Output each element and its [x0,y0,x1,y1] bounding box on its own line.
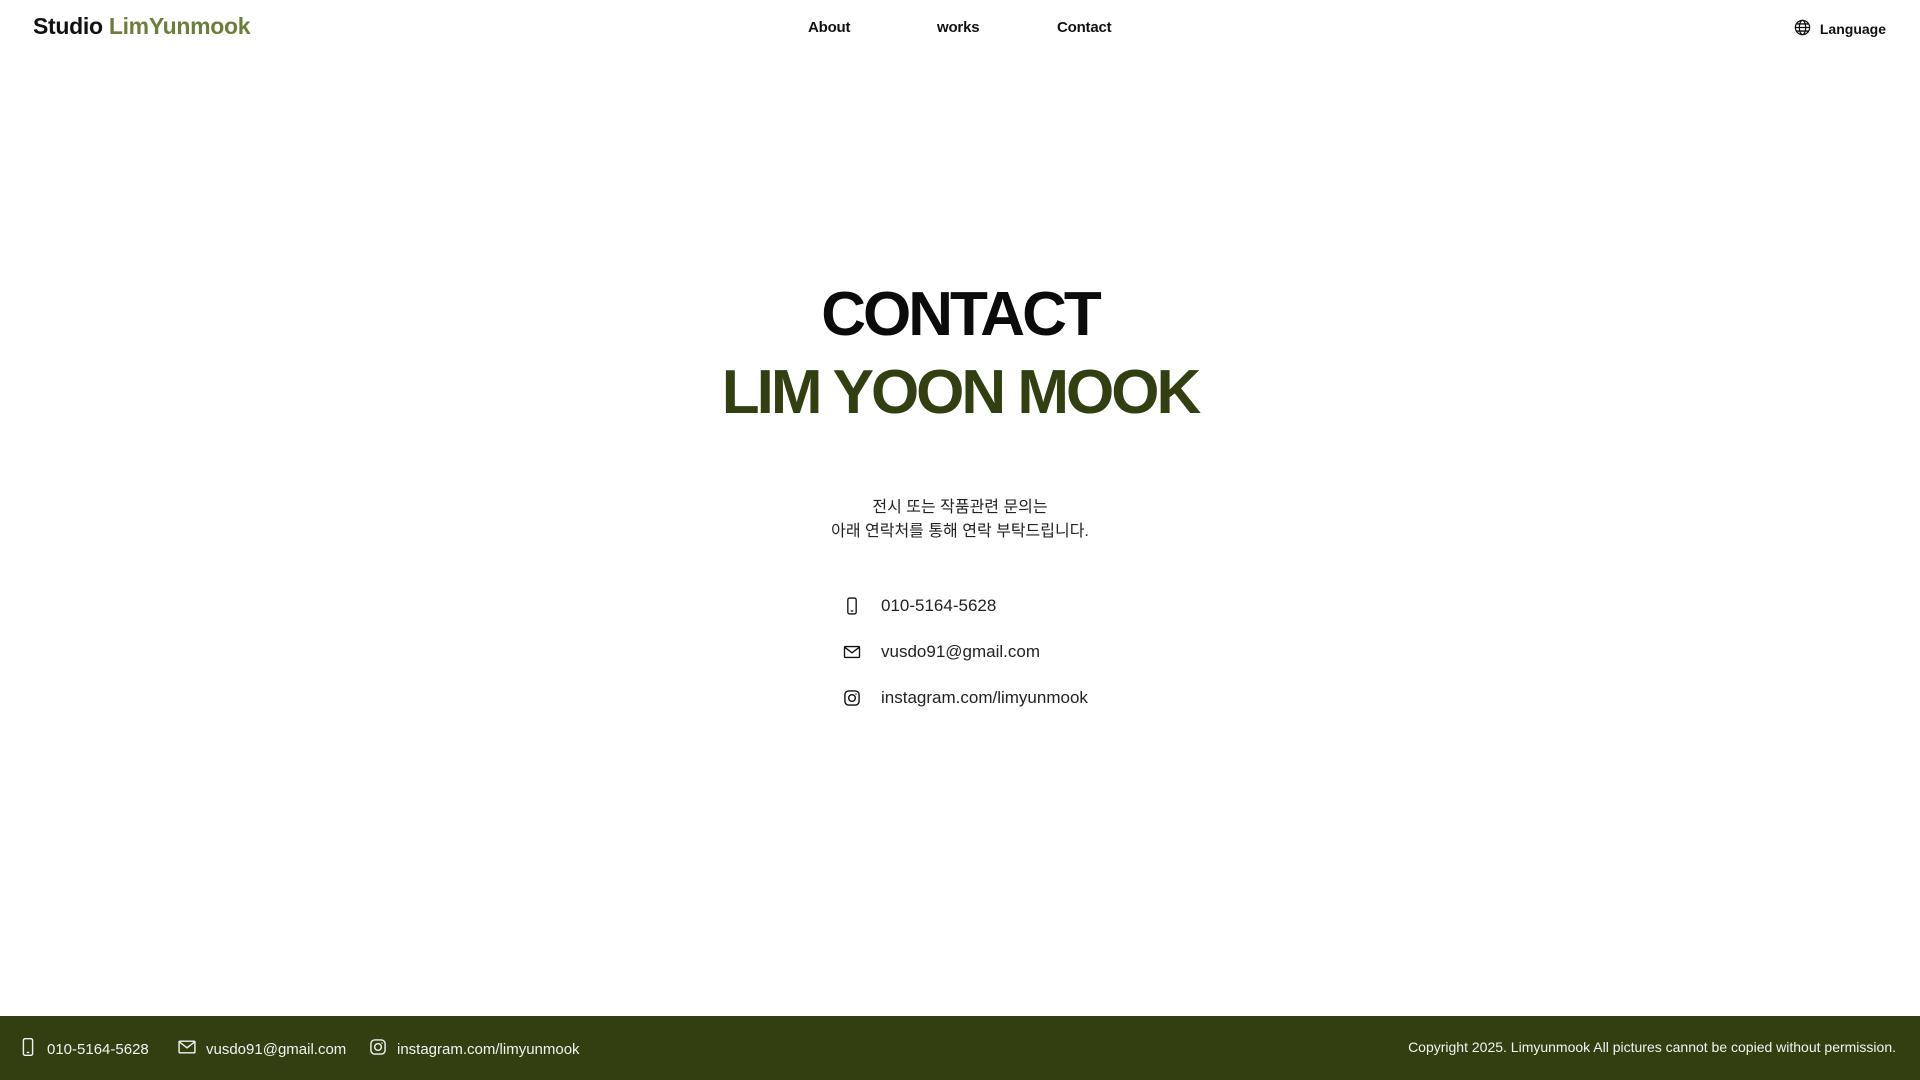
intro-line-1: 전시 또는 작품관련 문의는 [872,499,1048,516]
contact-list: 010-5164-5628 vusdo91@gmail.com instagra… [840,594,1240,732]
logo-name: LimYunmook [108,13,251,39]
footer-instagram-value: instagram.com/limyunmook [397,1040,580,1058]
instagram-icon [368,1037,388,1061]
contact-email[interactable]: vusdo91@gmail.com [840,640,1240,664]
globe-icon [1793,18,1812,40]
contact-phone[interactable]: 010-5164-5628 [840,594,1240,618]
page-title: CONTACT [821,280,1101,349]
footer-email-value: vusdo91@gmail.com [206,1040,347,1058]
contact-instagram-value: instagram.com/limyunmook [881,688,1088,707]
artist-name: LIM YOON MOOK [721,358,1202,427]
contact-phone-value: 010-5164-5628 [881,596,997,615]
mail-icon [840,640,864,664]
nav-works[interactable]: works [937,19,980,36]
footer-phone-value: 010-5164-5628 [47,1040,149,1058]
nav-about[interactable]: About [808,19,851,36]
phone-icon [18,1037,38,1061]
phone-icon [840,594,864,618]
intro-line-2: 아래 연락처를 통해 연락 부탁드립니다. [831,523,1089,540]
mail-icon [177,1037,197,1061]
site-logo[interactable]: Studio LimYunmook [33,13,251,40]
nav-contact[interactable]: Contact [1057,19,1112,36]
contact-email-value: vusdo91@gmail.com [881,642,1040,661]
instagram-icon [840,686,864,710]
main-content: CONTACT LIM YOON MOOK 전시 또는 작품관련 문의는 아래 … [0,56,1920,1016]
language-label: Language [1819,21,1886,37]
footer-instagram[interactable]: instagram.com/limyunmook [368,1037,580,1061]
page: Studio LimYunmook About works Contact La… [0,0,1920,1080]
logo-studio: Studio [33,13,103,39]
language-selector[interactable]: Language [1793,18,1886,40]
footer-email[interactable]: vusdo91@gmail.com [177,1037,346,1061]
copyright-text: Copyright 2025. Limyunmook All pictures … [1408,1039,1896,1055]
site-footer: 010-5164-5628 vusdo91@gmail.com instagra… [0,1016,1920,1080]
footer-phone[interactable]: 010-5164-5628 [18,1037,149,1061]
site-header: Studio LimYunmook About works Contact La… [0,0,1920,56]
contact-instagram[interactable]: instagram.com/limyunmook [840,686,1240,710]
intro-text: 전시 또는 작품관련 문의는 아래 연락처를 통해 연락 부탁드립니다. [0,496,1920,544]
